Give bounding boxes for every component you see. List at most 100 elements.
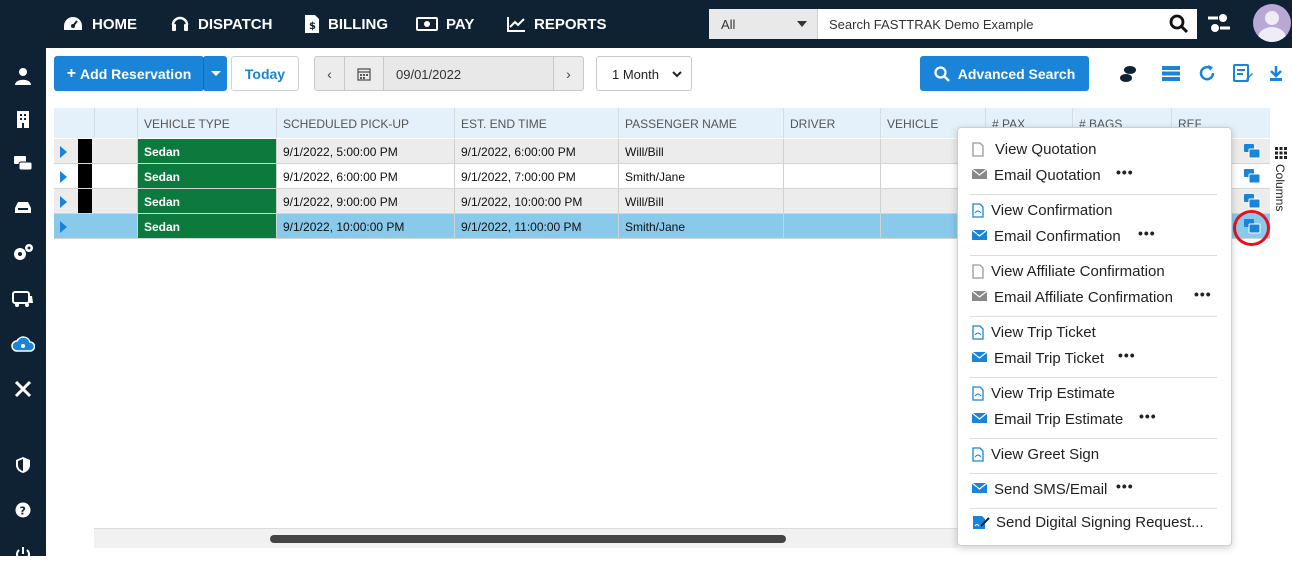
documents-icon (1244, 144, 1261, 159)
envelope-icon (972, 351, 987, 362)
add-reservation-dropdown[interactable] (203, 56, 227, 91)
previous-date-button[interactable]: ‹ (314, 56, 345, 91)
today-button[interactable]: Today (231, 56, 299, 91)
user-tie-icon (15, 68, 31, 85)
calendar-button[interactable] (344, 56, 384, 91)
header-est-end-time[interactable]: EST. END TIME (454, 108, 619, 138)
add-reservation-button[interactable]: + Add Reservation (54, 56, 204, 91)
edit-view-button[interactable] (1233, 64, 1255, 84)
nav-reports-label: REPORTS (534, 15, 607, 33)
more-options-icon[interactable]: ••• (1139, 408, 1157, 424)
status-color-bar (78, 139, 92, 163)
user-avatar[interactable] (1253, 4, 1291, 42)
sidebar-tools[interactable] (11, 377, 35, 401)
sidebar-fleet[interactable] (11, 287, 35, 311)
nav-reports[interactable]: REPORTS (506, 12, 607, 36)
menu-item-email-trip-ticket[interactable]: Email Trip Ticket ••• (958, 347, 1233, 371)
horizontal-scrollbar[interactable] (94, 528, 958, 548)
building-icon (17, 111, 29, 128)
menu-item-send-sms-email[interactable]: Send SMS/Email ••• (958, 478, 1233, 502)
range-select[interactable]: 1 Month (596, 56, 692, 91)
nav-billing[interactable]: $ BILLING (304, 12, 388, 36)
menu-item-label: View Confirmation (991, 202, 1113, 219)
date-input[interactable]: 09/01/2022 (384, 56, 554, 91)
money-icon (416, 17, 438, 31)
expand-row-icon[interactable] (60, 196, 67, 208)
cell-passenger: Will/Bill (618, 189, 784, 213)
expand-row-icon[interactable] (60, 146, 67, 158)
caret-down-icon (210, 71, 221, 76)
gears-icon (14, 244, 33, 260)
menu-item-email-confirmation[interactable]: Email Confirmation ••• (958, 225, 1233, 249)
bus-icon (12, 291, 33, 307)
expand-row-icon[interactable] (60, 221, 67, 233)
scrollbar-thumb[interactable] (270, 535, 786, 543)
more-options-icon[interactable]: ••• (1116, 164, 1134, 180)
cell-vehicle-type: Sedan (137, 164, 277, 188)
sidebar-logout[interactable] (11, 542, 35, 566)
menu-item-view-trip-ticket[interactable]: View Trip Ticket (958, 321, 1233, 345)
map-view-button[interactable] (1117, 64, 1139, 84)
header-vehicle-type[interactable]: VEHICLE TYPE (137, 108, 277, 138)
sidebar-cloud[interactable] (11, 332, 35, 356)
header-driver[interactable]: DRIVER (783, 108, 881, 138)
more-options-icon[interactable]: ••• (1194, 286, 1212, 302)
menu-item-view-confirmation[interactable]: View Confirmation (958, 199, 1233, 223)
cell-end-time: 9/1/2022, 11:00:00 PM (454, 214, 619, 238)
sidebar-security[interactable] (11, 453, 35, 477)
cell-driver (783, 189, 881, 213)
menu-item-view-trip-estimate[interactable]: View Trip Estimate (958, 382, 1233, 406)
sidebar-companies[interactable] (11, 107, 35, 131)
menu-item-view-quotation[interactable]: View Quotation (958, 138, 1233, 162)
sidebar-vehicles[interactable] (11, 195, 35, 219)
tools-icon (14, 380, 32, 398)
more-options-icon[interactable]: ••• (1118, 347, 1136, 363)
next-date-button[interactable]: › (553, 56, 584, 91)
header-passenger-name[interactable]: PASSENGER NAME (618, 108, 784, 138)
menu-item-email-affiliate-confirmation[interactable]: Email Affiliate Confirmation ••• (958, 286, 1233, 310)
nav-dispatch-label: DISPATCH (198, 15, 273, 33)
more-options-icon[interactable]: ••• (1116, 478, 1134, 494)
top-navigation-bar: HOME DISPATCH $ BILLING PAY REPORTS All … (0, 0, 1292, 48)
nav-home-label: HOME (92, 15, 137, 33)
documents-context-menu: View Quotation Email Quotation ••• View … (957, 127, 1232, 546)
row-actions-button[interactable] (1243, 143, 1261, 164)
cloud-network-icon (11, 336, 35, 352)
cell-pickup: 9/1/2022, 6:00:00 PM (276, 164, 455, 188)
menu-item-view-affiliate-confirmation[interactable]: View Affiliate Confirmation (958, 260, 1233, 284)
sidebar-users[interactable] (11, 64, 35, 88)
expand-row-icon[interactable] (60, 171, 67, 183)
pdf-icon (972, 447, 984, 462)
nav-pay-label: PAY (446, 15, 475, 33)
refresh-button[interactable] (1198, 64, 1220, 84)
columns-label[interactable]: Columns (1273, 164, 1287, 211)
nav-pay[interactable]: PAY (416, 12, 474, 36)
sidebar-reservations[interactable] (11, 151, 35, 175)
advanced-search-button[interactable]: Advanced Search (920, 56, 1089, 91)
list-view-button[interactable] (1161, 64, 1183, 84)
search-input[interactable]: Search FASTTRAK Demo Example (829, 17, 1033, 32)
menu-item-send-digital-signing-request[interactable]: Send Digital Signing Request... (958, 511, 1233, 535)
cell-passenger: Smith/Jane (618, 164, 784, 188)
nav-billing-label: BILLING (328, 15, 388, 33)
row-actions-button[interactable] (1243, 168, 1261, 189)
search-button[interactable] (1169, 14, 1189, 39)
more-options-icon[interactable]: ••• (1138, 225, 1156, 241)
edit-list-icon (1233, 64, 1253, 82)
headset-icon (171, 16, 189, 31)
envelope-icon (972, 229, 987, 240)
export-button[interactable] (1269, 64, 1291, 84)
menu-item-email-trip-estimate[interactable]: Email Trip Estimate ••• (958, 408, 1233, 432)
nav-dispatch[interactable]: DISPATCH (170, 12, 272, 36)
menu-item-view-greet-sign[interactable]: View Greet Sign (958, 443, 1233, 467)
sidebar-help[interactable]: ? (11, 498, 35, 522)
global-search: All Search FASTTRAK Demo Example (709, 9, 1197, 39)
sidebar-settings[interactable] (11, 241, 35, 265)
menu-item-email-quotation[interactable]: Email Quotation ••• (958, 164, 1233, 188)
switch-account-button[interactable] (1206, 12, 1232, 39)
header-scheduled-pickup[interactable]: SCHEDULED PICK-UP (276, 108, 455, 138)
nav-home[interactable]: HOME (62, 12, 137, 36)
swap-icon (1208, 14, 1230, 32)
search-scope-select[interactable]: All (709, 9, 818, 39)
search-icon (934, 65, 950, 82)
